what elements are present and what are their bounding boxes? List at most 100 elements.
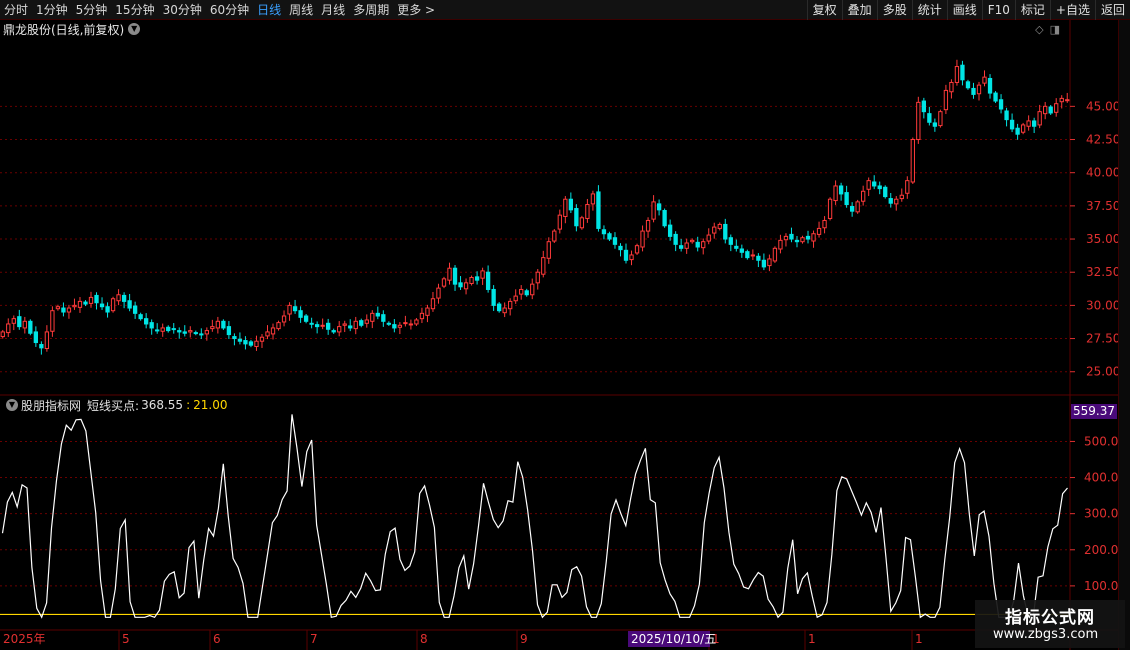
candle-body [1015,127,1020,135]
candle-body [684,242,689,249]
period-tab-more[interactable]: 更多 > [393,0,439,20]
candle-body [701,241,706,249]
candle-body [485,271,491,290]
candle-body [22,320,27,329]
price-axis-label: 27.50 [1086,332,1118,346]
candle-body [452,267,458,285]
adjust-button[interactable]: 复权 [806,0,842,20]
candle-body [1037,111,1042,126]
date-label-month: 9 [520,632,528,646]
candle-body [861,190,866,202]
candle-body [987,77,993,94]
candle-body [243,340,248,345]
candle-body [877,185,882,190]
candle-body [364,319,369,324]
diamond-icon[interactable]: ◇ [1035,23,1043,36]
indicator-header: ▼ 股朋指标网 短线买点: 368.55 : 21.00 [2,397,227,413]
candle-body [794,239,800,243]
candle-body [695,241,700,248]
candlestick-series [0,59,1070,355]
candle-body [761,259,767,268]
candle-body [419,312,425,320]
add-watchlist-button[interactable]: +自选 [1049,0,1095,20]
candle-body [927,113,932,123]
period-tab-1min[interactable]: 1分钟 [32,0,72,20]
candle-body [160,327,165,332]
candle-body [1031,120,1037,127]
chevron-down-icon[interactable]: ▼ [128,23,141,35]
candle-body [127,300,132,309]
candle-body [1020,124,1026,133]
candle-body [193,332,198,335]
candle-body [298,310,303,318]
price-axis-label: 45.00 [1086,99,1118,113]
candle-body [188,330,193,333]
candle-body [673,233,678,245]
back-button[interactable]: 返回 [1094,0,1130,20]
period-toolbar: 分时 1分钟 5分钟 15分钟 30分钟 60分钟 日线 周线 月线 多周期 更… [0,0,1130,20]
side-panel-collapsed[interactable] [1118,20,1130,650]
indicator-menu-icon[interactable]: ▼ [6,399,18,411]
period-tab-timeshare[interactable]: 分时 [0,0,32,20]
candle-body [348,325,353,329]
period-tab-daily[interactable]: 日线 [253,0,285,20]
candle-body [110,298,116,312]
candle-body [403,322,408,325]
candle-body [370,312,375,322]
period-tab-weekly[interactable]: 周线 [285,0,317,20]
candle-body [596,191,601,229]
candle-body [767,258,772,267]
candle-body [166,326,171,332]
candle-body [954,66,960,83]
candle-body [254,340,259,348]
candle-body [480,270,485,279]
candle-body [392,324,397,329]
period-tab-multi[interactable]: 多周期 [349,0,393,20]
candle-body [226,326,232,336]
candle-body [723,223,728,240]
candle-body [303,315,309,322]
f10-button[interactable]: F10 [981,0,1015,20]
period-tab-monthly[interactable]: 月线 [317,0,349,20]
candle-body [783,235,789,241]
candle-body [849,206,855,212]
candle-body [116,294,121,302]
indicator-name[interactable]: 股朋指标网 [21,397,81,414]
candle-body [1048,106,1053,114]
candle-body [144,318,149,325]
candle-body [55,306,61,310]
candle-body [827,198,833,219]
candle-body [353,320,358,330]
layout-toggle-icon[interactable]: ◨ [1050,23,1060,36]
candle-body [656,203,662,211]
candle-body [326,322,331,330]
period-tab-5min[interactable]: 5分钟 [72,0,112,20]
axis-labels: 25.00 27.50 30.00 32.50 35.00 37.50 40.00 42.50… [3,99,1118,647]
period-tab-60min[interactable]: 60分钟 [206,0,253,20]
multi-stock-button[interactable]: 多股 [876,0,912,20]
draw-line-button[interactable]: 画线 [946,0,982,20]
period-tab-15min[interactable]: 15分钟 [111,0,158,20]
candle-body [0,331,5,338]
candle-body [408,323,414,326]
candle-body [739,248,744,253]
candle-body [342,323,347,326]
statistics-button[interactable]: 统计 [911,0,947,20]
cursor-date-label: 2025/10/10/五 [631,632,716,646]
candle-body [750,254,756,257]
candle-body [756,255,761,261]
candle-body [1043,105,1048,115]
kline-chart[interactable]: 25.00 27.50 30.00 32.50 35.00 37.50 40.00 42.50… [0,20,1118,650]
mark-button[interactable]: 标记 [1014,0,1050,20]
candle-body [66,307,72,313]
candle-body [601,229,607,235]
candle-body [706,234,711,242]
overlay-button[interactable]: 叠加 [841,0,877,20]
date-label-month: 1 [808,632,816,646]
candle-body [83,301,88,305]
candle-body [949,81,954,93]
price-axis-label: 25.00 [1086,365,1118,379]
period-tab-30min[interactable]: 30分钟 [159,0,206,20]
candle-body [386,322,391,325]
indicator-axis-label: 200.0 [1084,543,1118,557]
